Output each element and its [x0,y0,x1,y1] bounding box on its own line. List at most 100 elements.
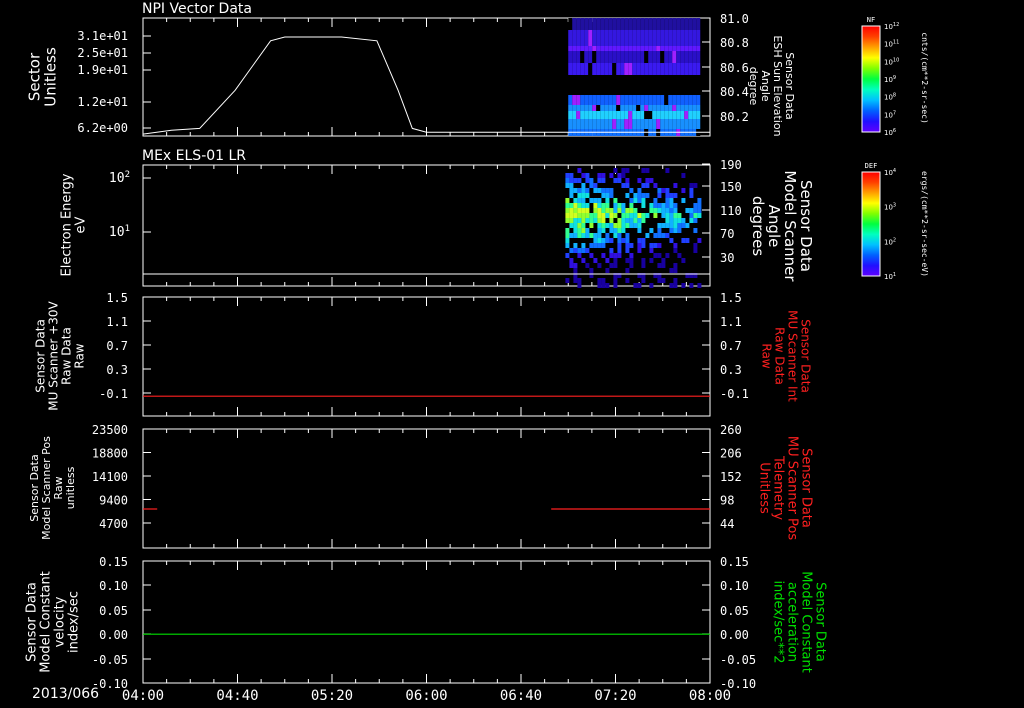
heatmap-cell [577,203,582,208]
heatmap-cell [669,208,674,213]
heatmap-cell [585,248,590,253]
heatmap-cell [680,63,685,75]
heatmap-cell [656,18,661,30]
panel-4-left-title: Sensor Data Model Scanner Pos Raw unitless [28,436,77,540]
heatmap-cell [576,18,581,30]
heatmap-cell [676,105,681,111]
right-tick-label: 1.5 [720,291,742,305]
heatmap-cell [684,105,689,111]
heatmap-cell [596,119,601,129]
heatmap-cell [657,263,662,268]
heatmap-cell [604,111,609,119]
heatmap-cell [609,218,614,223]
heatmap-cell [588,63,593,75]
colorbar-tick-label: 102 [884,237,896,246]
heatmap-cell [672,95,677,105]
heatmap-cell [665,203,670,208]
heatmap-cell [577,213,582,218]
heatmap-cell [625,218,630,223]
heatmap-cell [673,203,678,208]
heatmap-cell [568,18,573,30]
heatmap-cell [649,228,654,233]
heatmap-cell [660,30,665,46]
heatmap-cell [657,233,662,238]
heatmap-cell [620,111,625,119]
heatmap-cell [664,51,669,63]
heatmap-cell [569,223,574,228]
heatmap-cell [629,263,634,268]
heatmap-cell [672,18,677,30]
heatmap-cell [689,193,694,198]
heatmap-cell [584,51,589,63]
heatmap-cell [577,178,582,183]
heatmap-cell [661,258,666,263]
heatmap-cell [613,168,618,173]
heatmap-cell [600,119,605,129]
heatmap-cell [693,243,698,248]
heatmap-cell [612,46,617,51]
heatmap-cell [693,208,698,213]
heatmap-cell [565,173,570,178]
heatmap-cell [592,111,597,119]
heatmap-cell [653,183,658,188]
heatmap-cell [601,178,606,183]
heatmap-cell [597,178,602,183]
heatmap-cell [601,193,606,198]
heatmap-cell [601,218,606,223]
heatmap-cell [632,119,637,129]
heatmap-cell [632,63,637,75]
heatmap-cell [692,105,697,111]
heatmap-cell [641,258,646,263]
heatmap-cell [589,213,594,218]
heatmap-cell [629,198,634,203]
heatmap-cell [597,208,602,213]
heatmap-cell [609,253,614,258]
heatmap-cell [620,30,625,46]
heatmap-cell [572,30,577,46]
heatmap-cell [657,253,662,258]
colorbar-nf-units: cnts/(cm**2-sr-sec) [920,32,929,124]
heatmap-cell [621,223,626,228]
heatmap-cell [665,253,670,258]
panel-4-frame [142,428,711,549]
heatmap-cell [620,63,625,75]
heatmap-cell [601,173,606,178]
heatmap-cell [681,188,686,193]
heatmap-cell [684,46,689,51]
heatmap-cell [605,223,610,228]
heatmap-cell [569,193,574,198]
heatmap-cell [664,105,669,111]
heatmap-cell [577,208,582,213]
right-tick-label: 44 [720,517,734,531]
heatmap-cell [693,203,698,208]
heatmap-cell [588,46,593,51]
heatmap-cell [657,188,662,193]
heatmap-cell [656,119,661,129]
panel-5-right-title-line: Sensor Data [812,582,827,662]
heatmap-cell [641,198,646,203]
heatmap-cell [596,63,601,75]
heatmap-cell [661,203,666,208]
heatmap-cell [585,208,590,213]
colorbar-nf [861,25,881,133]
heatmap-cell [677,213,682,218]
heatmap-cell [696,18,701,30]
heatmap-cell [608,63,613,75]
heatmap-cell [572,63,577,75]
heatmap-cell [616,105,621,111]
heatmap-cell [697,198,702,203]
heatmap-cell [613,233,618,238]
heatmap-cell [697,208,702,213]
heatmap-cell [632,51,637,63]
heatmap-cell [629,243,634,248]
heatmap-cell [629,253,634,258]
heatmap-cell [652,105,657,111]
colorbar-def [861,171,881,277]
heatmap-cell [621,218,626,223]
heatmap-cell [653,208,658,213]
heatmap-cell [625,243,630,248]
heatmap-cell [664,30,669,46]
heatmap-cell [672,63,677,75]
heatmap-cell [585,178,590,183]
heatmap-cell [641,213,646,218]
